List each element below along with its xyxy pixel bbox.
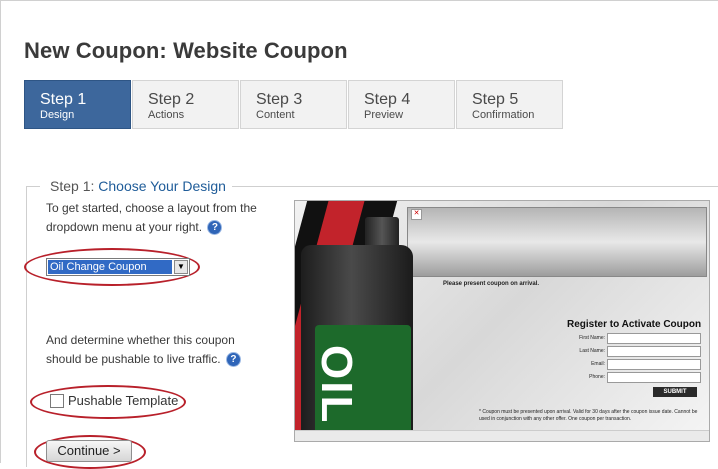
section-step-label: Step 1: <box>50 178 95 194</box>
help-icon[interactable]: ? <box>226 353 240 367</box>
step-tab-design[interactable]: Step 1 Design <box>24 80 131 129</box>
present-text: Please present coupon on arrival. <box>443 281 540 287</box>
pushable-checkbox-label[interactable]: Pushable Template <box>68 393 178 408</box>
layout-select-value: Oil Change Coupon <box>48 260 172 274</box>
step-number: Step 1 <box>40 91 87 108</box>
first-name-field[interactable] <box>607 333 701 344</box>
page-title: New Coupon: Website Coupon <box>24 38 348 63</box>
step-label: Confirmation <box>472 109 535 121</box>
step-tabs: Step 1 Design Step 2 Actions Step 3 Cont… <box>24 80 564 129</box>
coupon-preview: ✕ OIL Please present coupon on arrival. … <box>294 200 710 442</box>
broken-image-icon: ✕ <box>411 209 422 220</box>
field-label: Last Name: <box>579 348 605 354</box>
layout-instructions-line2: dropdown menu at your right. <box>46 220 203 234</box>
pushable-instructions-line1: And determine whether this coupon <box>46 333 235 347</box>
step-label: Content <box>256 109 295 121</box>
first-name-row: First Name: <box>555 333 701 344</box>
last-name-field[interactable] <box>607 346 701 357</box>
email-field[interactable] <box>607 359 701 370</box>
layout-select[interactable]: Oil Change Coupon ▼ <box>46 258 190 276</box>
step-number: Step 2 <box>148 91 195 108</box>
step-label: Design <box>40 109 75 121</box>
step-tab-preview[interactable]: Step 4 Preview <box>348 80 455 129</box>
layout-instructions: To get started, choose a layout from the… <box>46 199 257 237</box>
section-title: Choose Your Design <box>98 178 226 194</box>
register-title: Register to Activate Coupon <box>567 319 702 330</box>
phone-field[interactable] <box>607 372 701 383</box>
step-number: Step 5 <box>472 91 519 108</box>
continue-button[interactable]: Continue > <box>46 440 132 462</box>
window-top-border <box>0 0 718 1</box>
field-label: Email: <box>591 361 605 367</box>
field-label: Phone: <box>589 374 605 380</box>
step-tab-actions[interactable]: Step 2 Actions <box>132 80 239 129</box>
bottle-text: OIL <box>312 345 361 425</box>
phone-row: Phone: <box>555 372 701 383</box>
step-tab-confirmation[interactable]: Step 5 Confirmation <box>456 80 563 129</box>
oil-bottle-image: OIL <box>301 245 413 441</box>
pushable-checkbox[interactable] <box>50 394 64 408</box>
layout-instructions-line1: To get started, choose a layout from the <box>46 201 257 215</box>
step-number: Step 3 <box>256 91 303 108</box>
step-number: Step 4 <box>364 91 411 108</box>
fine-print: * Coupon must be presented upon arrival.… <box>479 409 698 422</box>
step-label: Preview <box>364 109 404 121</box>
email-row: Email: <box>555 359 701 370</box>
pushable-instructions: And determine whether this coupon should… <box>46 331 240 369</box>
last-name-row: Last Name: <box>555 346 701 357</box>
dropdown-arrow-icon[interactable]: ▼ <box>174 260 188 274</box>
window-left-border <box>0 0 1 463</box>
pushable-instructions-line2: should be pushable to live traffic. <box>46 352 221 366</box>
horizontal-scrollbar[interactable] <box>295 430 709 441</box>
metal-banner <box>407 207 707 277</box>
help-icon[interactable]: ? <box>208 221 222 235</box>
section-legend: Step 1: Choose Your Design <box>40 178 232 194</box>
step-label: Actions <box>148 109 185 121</box>
submit-button[interactable]: SUBMIT <box>653 387 697 397</box>
field-label: First Name: <box>579 335 605 341</box>
step-tab-content[interactable]: Step 3 Content <box>240 80 347 129</box>
